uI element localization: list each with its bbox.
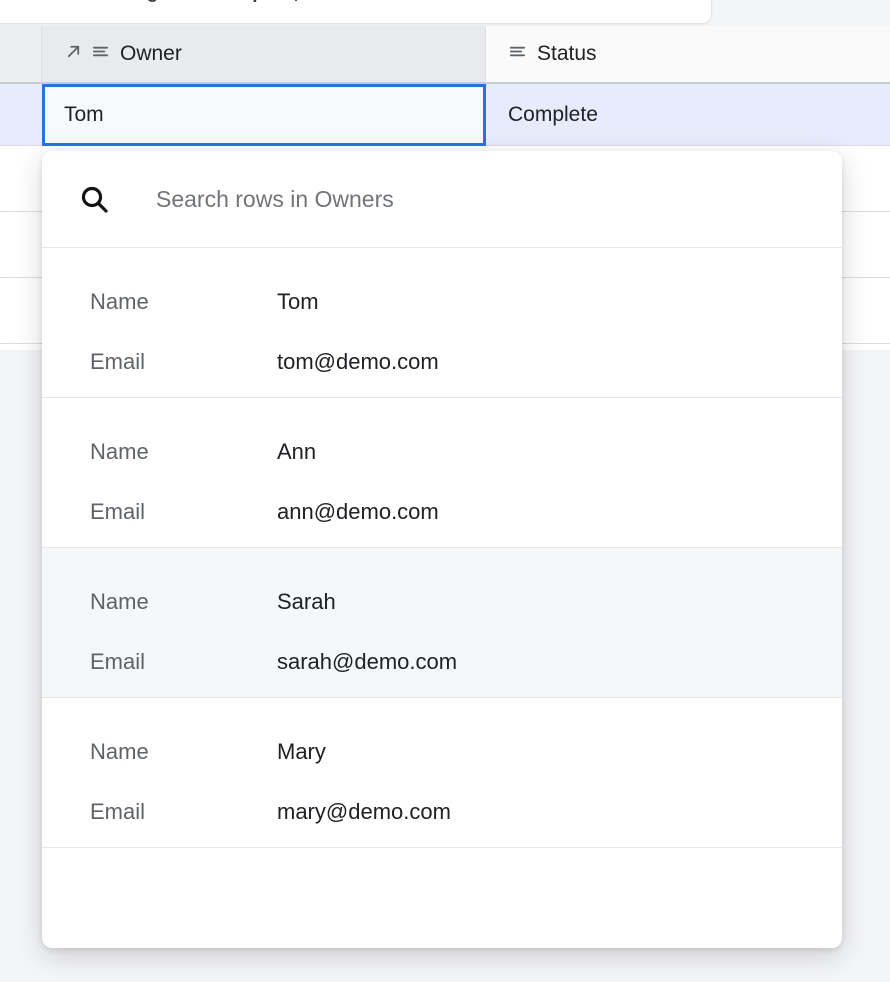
field-value-name: Mary (277, 739, 326, 765)
column-header-status[interactable]: Status (486, 26, 890, 82)
column-header-label-owner: Owner (120, 42, 182, 66)
record-field-name: Name Ann (90, 422, 842, 482)
app-root: Grid Config Group (0, 0, 890, 982)
record-field-email: Email tom@demo.com (90, 332, 842, 392)
filter-icon (286, 0, 306, 3)
record-field-name: Name Tom (90, 272, 842, 332)
cell-status[interactable]: Complete (486, 84, 890, 145)
pin-up-arrow-icon (669, 0, 689, 3)
field-value-name: Sarah (277, 589, 336, 615)
config-icon (72, 0, 92, 3)
toolbar-button-sort[interactable]: Sort (372, 0, 455, 10)
group-icon (180, 0, 200, 3)
field-label-email: Email (90, 649, 277, 675)
view-toolbar: Grid Config Group (0, 0, 712, 24)
field-value-name: Ann (277, 439, 316, 465)
toolbar-pin-button[interactable] (661, 0, 697, 9)
field-label-name: Name (90, 439, 277, 465)
search-input[interactable] (118, 186, 842, 213)
record-field-email: Email sarah@demo.com (90, 632, 842, 692)
row-gutter[interactable] (0, 212, 42, 277)
row-gutter[interactable] (0, 278, 42, 343)
field-value-name: Tom (277, 289, 319, 315)
toolbar-label-grid: Grid (11, 0, 50, 4)
field-value-email: ann@demo.com (277, 499, 439, 525)
toolbar-button-grid[interactable]: Grid (0, 0, 59, 10)
field-label-email: Email (90, 349, 277, 375)
field-label-email: Email (90, 499, 277, 525)
selected-cell-value: Tom (64, 103, 104, 127)
field-label-name: Name (90, 289, 277, 315)
text-lines-icon (91, 42, 110, 67)
status-header-icons (508, 42, 527, 67)
list-item[interactable]: Name Ann Email ann@demo.com (42, 398, 842, 548)
dropdown-footer-space (42, 848, 842, 948)
row-gutter[interactable] (0, 84, 42, 145)
toolbar-label-sort: Sort (408, 0, 446, 4)
field-value-email: mary@demo.com (277, 799, 451, 825)
record-field-name: Name Sarah (90, 572, 842, 632)
column-header-label-status: Status (537, 42, 597, 66)
selected-cell[interactable]: Tom (42, 84, 486, 146)
toolbar-button-config[interactable]: Config (63, 0, 168, 10)
record-picker-dropdown: Name Tom Email tom@demo.com Name Ann Ema… (42, 151, 842, 948)
record-field-email: Email mary@demo.com (90, 782, 842, 842)
field-label-name: Name (90, 589, 277, 615)
grid-lines-icon (0, 0, 4, 3)
grid-header-row: Owner Status (0, 26, 890, 84)
field-value-email: sarah@demo.com (277, 649, 457, 675)
record-search-bar[interactable] (42, 151, 842, 248)
sort-icon (381, 0, 401, 3)
row-gutter[interactable] (0, 146, 42, 211)
record-field-email: Email ann@demo.com (90, 482, 842, 542)
list-item[interactable]: Name Mary Email mary@demo.com (42, 698, 842, 848)
grid-header-gutter (0, 26, 42, 82)
field-label-email: Email (90, 799, 277, 825)
toolbar-label-group: Group (207, 0, 264, 4)
field-value-email: tom@demo.com (277, 349, 439, 375)
link-arrow-icon (64, 42, 83, 67)
list-item[interactable]: Name Tom Email tom@demo.com (42, 248, 842, 398)
list-item[interactable]: Name Sarah Email sarah@demo.com (42, 548, 842, 698)
column-header-owner[interactable]: Owner (42, 26, 486, 82)
toolbar-label-config: Config (99, 0, 159, 4)
record-field-name: Name Mary (90, 722, 842, 782)
field-label-name: Name (90, 739, 277, 765)
toolbar-button-group[interactable]: Group (171, 0, 273, 10)
toolbar-label-filter: Filter (313, 0, 359, 4)
toolbar-button-filter[interactable]: Filter (277, 0, 368, 10)
text-lines-icon (508, 42, 527, 67)
search-icon (78, 183, 118, 215)
owner-header-icons (64, 42, 110, 67)
